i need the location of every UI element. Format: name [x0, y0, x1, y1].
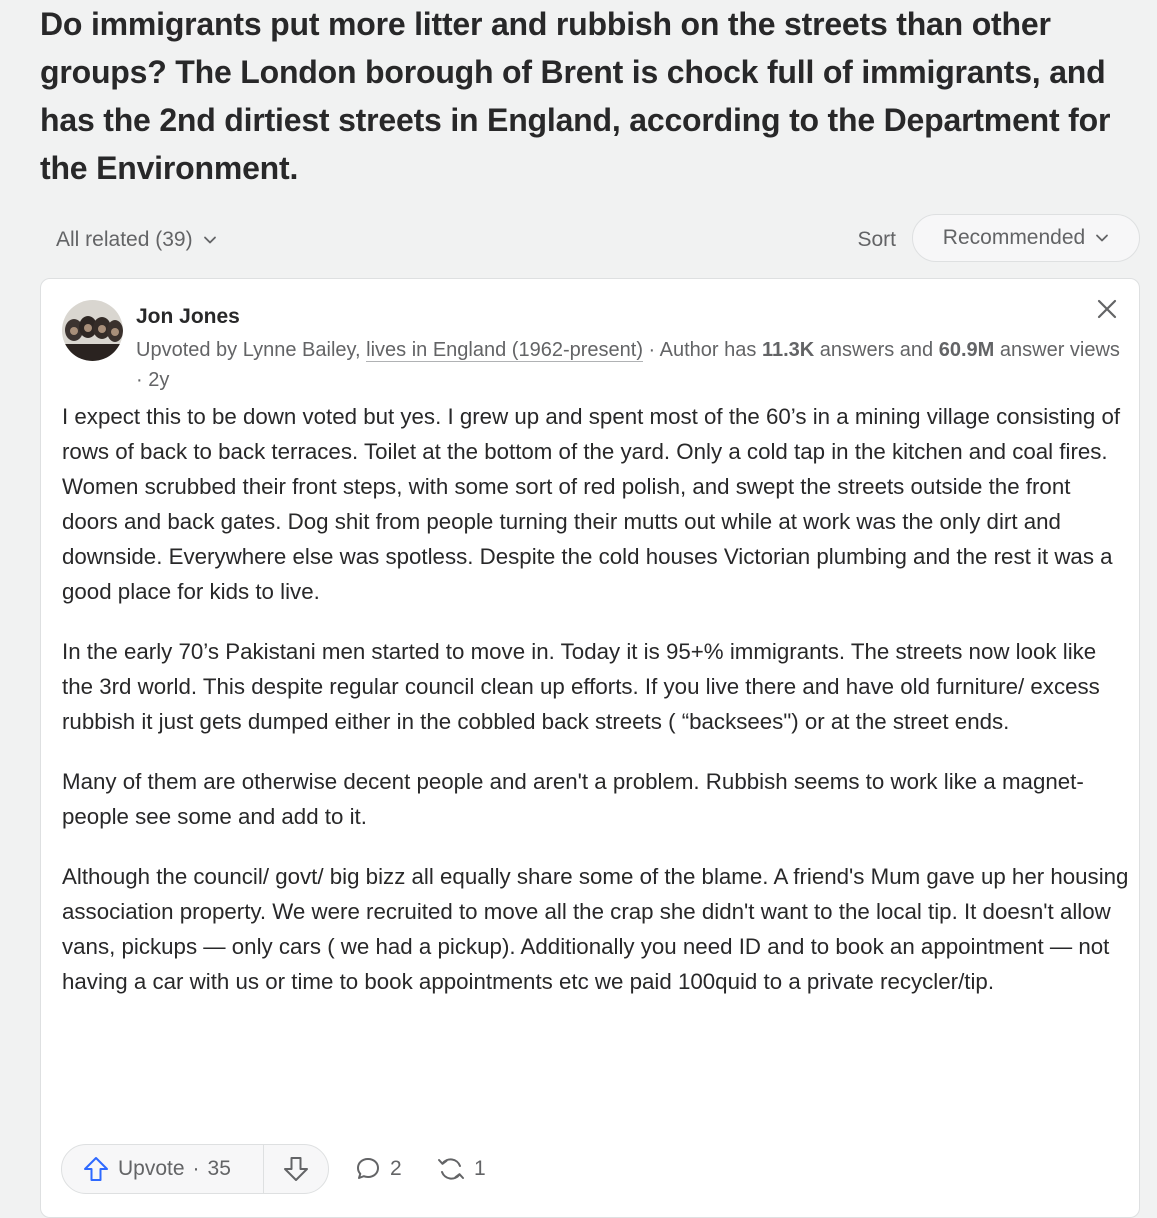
sort-value: Recommended: [942, 226, 1086, 249]
avatar-image: [62, 300, 123, 361]
sort-dropdown[interactable]: Recommended: [912, 214, 1140, 262]
vote-pill: Upvote · 35: [61, 1144, 329, 1194]
answer-paragraph: Although the council/ govt/ big bizz all…: [62, 864, 1129, 994]
upvoted-by[interactable]: Upvoted by Lynne Bailey,: [136, 339, 361, 361]
downvote-button[interactable]: [264, 1145, 328, 1193]
views-count: 60.9M: [938, 339, 995, 361]
comments-button[interactable]: 2: [354, 1144, 402, 1194]
answer-paragraph: I expect this to be down voted but yes. …: [62, 404, 1121, 604]
author-avatar[interactable]: [62, 300, 123, 361]
upvote-separator: ·: [192, 1157, 200, 1180]
answer-paragraph: Many of them are otherwise decent people…: [62, 769, 1084, 829]
chevron-down-icon: [1096, 234, 1109, 242]
author-credential[interactable]: lives in England (1962-present): [366, 339, 643, 362]
author-name[interactable]: Jon Jones: [136, 305, 240, 329]
answer-card: Jon Jones Upvoted by Lynne Bailey, lives…: [40, 278, 1140, 1218]
answers-count: 11.3K: [761, 339, 815, 361]
shares-count: 1: [474, 1157, 486, 1180]
answer-body: I expect this to be down voted but yes. …: [62, 399, 1132, 1024]
answer-filter-bar: All related (39) Sort Recommended: [40, 214, 1140, 266]
comment-bubble-icon: [357, 1158, 379, 1179]
question-title[interactable]: Do immigrants put more litter and rubbis…: [40, 0, 1150, 192]
upvote-arrow-icon: [84, 1157, 108, 1181]
answer-paragraph: In the early 70’s Pakistani men started …: [62, 639, 1100, 734]
comments-count: 2: [390, 1157, 402, 1180]
share-button[interactable]: 1: [436, 1144, 486, 1194]
close-button[interactable]: [1093, 295, 1121, 323]
downvote-arrow-icon: [284, 1157, 308, 1181]
author-meta: Upvoted by Lynne Bailey, lives in Englan…: [136, 335, 1126, 395]
upvote-button[interactable]: Upvote · 35: [62, 1145, 264, 1193]
author-stats-mid: answers and: [814, 339, 939, 361]
sort-label: Sort: [857, 228, 896, 251]
all-related-label: All related (39): [56, 228, 193, 251]
author-stats-prefix: · Author has: [642, 339, 762, 361]
share-cycle-icon: [438, 1158, 464, 1180]
all-related-dropdown[interactable]: All related (39): [40, 214, 233, 266]
close-icon: [1097, 299, 1117, 319]
upvote-label: Upvote: [118, 1157, 185, 1180]
upvote-count: 35: [207, 1157, 231, 1180]
chevron-down-icon: [203, 236, 216, 244]
